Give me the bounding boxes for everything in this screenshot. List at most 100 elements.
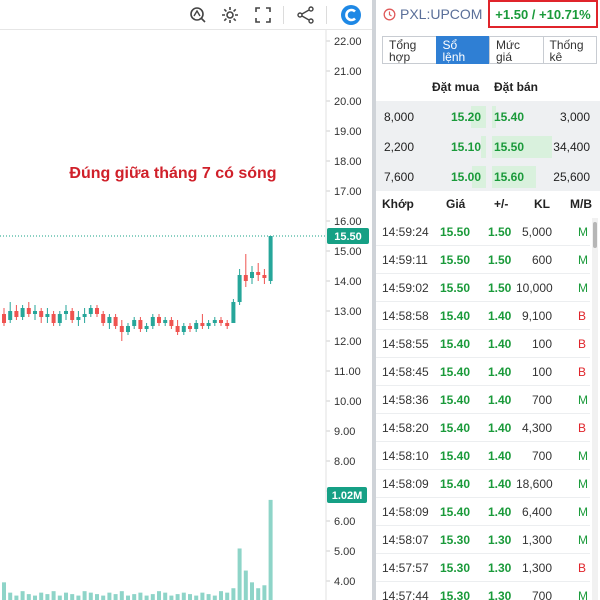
candle-body <box>33 311 37 314</box>
volume-bar <box>113 594 118 600</box>
volume-bar <box>188 594 192 600</box>
tab-label: lệnh <box>442 50 466 64</box>
time-header: Khớp <box>382 197 414 211</box>
candle-body <box>256 272 261 275</box>
trades-scrollbar[interactable] <box>592 218 598 600</box>
candle-body <box>95 308 99 314</box>
price-tick-label: 17.00 <box>334 186 362 198</box>
trade-side: B <box>578 561 587 575</box>
candle-body <box>126 326 130 332</box>
trade-row[interactable]: 14:58:20 15.40 1.40 4,300 B <box>376 414 590 442</box>
volume-bar <box>200 592 205 600</box>
toolbar-separator <box>283 6 284 24</box>
tab-thống[interactable]: Thống kê <box>542 36 597 64</box>
tab-label: giá <box>496 50 513 64</box>
volume-bar <box>237 548 242 600</box>
candle-body <box>119 326 124 332</box>
chart-panel[interactable]: 22.00 21.00 20.00 19.00 18.00 17.00 16.00 15.00… <box>0 0 372 600</box>
trade-row[interactable]: 14:58:09 15.40 1.40 18,600 M <box>376 470 590 498</box>
trade-row[interactable]: 14:59:02 15.50 1.50 10,000 M <box>376 274 590 302</box>
trade-side: M <box>578 225 588 239</box>
trade-row[interactable]: 14:57:57 15.30 1.30 1,300 B <box>376 554 590 582</box>
trade-side: M <box>578 505 588 519</box>
trade-row[interactable]: 14:58:55 15.40 1.40 100 B <box>376 330 590 358</box>
bid-volume: 7,600 <box>384 170 415 184</box>
trade-row[interactable]: 14:58:09 15.40 1.40 6,400 M <box>376 498 590 526</box>
trade-volume: 5,000 <box>521 225 552 239</box>
trade-row[interactable]: 14:58:45 15.40 1.40 100 B <box>376 358 590 386</box>
trade-row[interactable]: 14:57:44 15.30 1.30 700 M <box>376 582 590 600</box>
volume-bar <box>57 595 62 600</box>
price-tick-label: 22.00 <box>334 36 362 48</box>
price-tick-label: 9.00 <box>334 426 355 438</box>
candle-body <box>82 314 87 317</box>
trade-price: 15.50 <box>440 225 471 239</box>
symbol-name[interactable]: PXL:UPCOM <box>400 6 482 22</box>
trade-change: 1.30 <box>488 561 512 575</box>
trade-row[interactable]: 14:58:10 15.40 1.40 700 M <box>376 442 590 470</box>
clock-icon <box>383 8 396 26</box>
candle-body <box>175 326 180 332</box>
settings-icon[interactable] <box>218 3 242 27</box>
volume-bar <box>45 594 50 600</box>
candle-body <box>150 317 155 326</box>
bid-price: 15.10 <box>451 140 482 154</box>
volume-bars <box>2 499 273 600</box>
trade-side: M <box>578 449 588 463</box>
trades-header: Khớp Giá +/- KL M/B <box>376 192 592 216</box>
scrollbar-thumb[interactable] <box>593 222 597 248</box>
tab-sổ[interactable]: Sổ lệnh <box>435 36 490 64</box>
candle-body <box>2 314 6 323</box>
fullscreen-icon[interactable] <box>251 3 275 27</box>
price-axis[interactable]: 22.00 21.00 20.00 19.00 18.00 17.00 16.00 15.00… <box>325 30 369 600</box>
trades-list[interactable]: 14:59:24 15.50 1.50 5,000 M 14:59:11 15.50 1.50… <box>376 218 590 600</box>
trade-price: 15.40 <box>440 421 471 435</box>
app-logo-icon[interactable] <box>339 3 363 27</box>
volume-bar <box>212 595 217 600</box>
tab-mức[interactable]: Mức giá <box>489 36 544 64</box>
trade-row[interactable]: 14:59:24 15.50 1.50 5,000 M <box>376 218 590 246</box>
trade-row[interactable]: 14:58:07 15.30 1.30 1,300 M <box>376 526 590 554</box>
order-panel-tabs: Tổng hợp Sổ lệnh Mức giá Thống kê <box>382 36 597 64</box>
compare-icon[interactable] <box>186 3 210 27</box>
trade-volume: 700 <box>531 589 552 600</box>
volume-bar <box>126 595 130 600</box>
price-chart[interactable]: 22.00 21.00 20.00 19.00 18.00 17.00 16.00 15.00… <box>0 30 372 600</box>
volume-bar <box>163 592 168 600</box>
price-tick-label: 8.00 <box>334 456 355 468</box>
trade-time: 14:58:58 <box>382 309 429 323</box>
trade-change: 1.30 <box>488 589 512 600</box>
trade-side: M <box>578 477 588 491</box>
trade-time: 14:59:02 <box>382 281 429 295</box>
order-book-row[interactable]: 8,000 15.20 15.40 3,000 <box>376 101 600 131</box>
trade-side: B <box>578 365 587 379</box>
order-book-row[interactable]: 2,200 15.10 15.50 34,400 <box>376 131 600 161</box>
price-tick-label: 21.00 <box>334 66 362 78</box>
trade-time: 14:58:45 <box>382 365 429 379</box>
share-icon[interactable] <box>294 3 318 27</box>
volume-bar <box>138 592 143 600</box>
volume-bar <box>268 499 273 600</box>
ask-volume: 3,000 <box>559 110 590 124</box>
trade-change: 1.40 <box>488 477 512 491</box>
trade-price: 15.40 <box>440 393 471 407</box>
trade-time: 14:58:09 <box>382 505 429 519</box>
candle-body <box>268 236 273 281</box>
toolbar-separator <box>326 6 327 24</box>
tab-tổng[interactable]: Tổng hợp <box>382 36 437 64</box>
volume-bar <box>26 594 31 600</box>
volume-bar <box>119 591 124 600</box>
trade-volume: 6,400 <box>521 505 552 519</box>
candle-body <box>163 320 168 323</box>
trade-row[interactable]: 14:58:58 15.40 1.40 9,100 B <box>376 302 590 330</box>
trade-row[interactable]: 14:59:11 15.50 1.50 600 M <box>376 246 590 274</box>
candle-body <box>70 311 75 320</box>
ask-price: 15.60 <box>494 170 525 184</box>
trade-row[interactable]: 14:58:36 15.40 1.40 700 M <box>376 386 590 414</box>
price-tick-label: 11.00 <box>334 366 361 378</box>
volume-bar <box>39 592 44 600</box>
order-book-row[interactable]: 7,600 15.00 15.60 25,600 <box>376 161 600 191</box>
trade-price: 15.40 <box>440 477 471 491</box>
candle-body <box>26 308 31 314</box>
candle-body <box>14 311 19 317</box>
